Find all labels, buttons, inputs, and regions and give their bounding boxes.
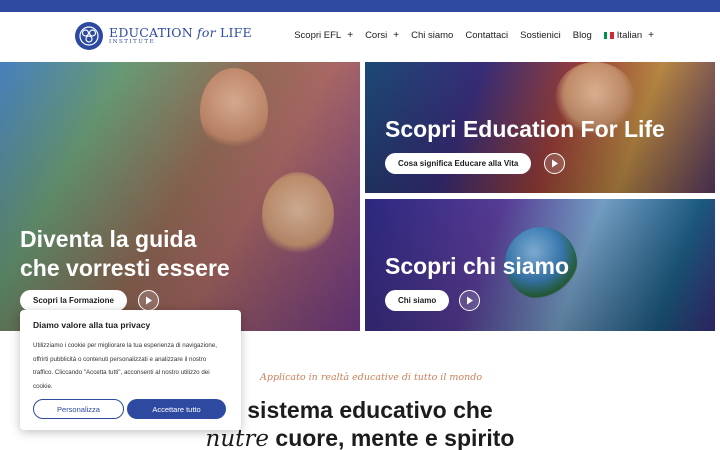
hero-top-right-title: Scopri Education For Life — [385, 116, 665, 142]
play-icon[interactable] — [544, 153, 565, 174]
cookie-consent-banner: Diamo valore alla tua privacy Utilizziam… — [20, 310, 241, 430]
section-tagline: Applicato in realtà educative di tutto i… — [260, 372, 483, 383]
chi-siamo-button[interactable]: Chi siamo — [385, 290, 450, 311]
logo-spiral-icon — [75, 22, 103, 50]
hero-left-title: Diventa la guida che vorresti essere — [20, 226, 230, 281]
cookie-title: Diamo valore alla tua privacy — [33, 320, 151, 330]
nav-item-sostienici[interactable]: Sostienici — [520, 30, 561, 41]
site-header: EDUCATION for LIFE INSTITUTE Scopri EFL +… — [0, 12, 720, 62]
nav-item-corsi[interactable]: Corsi + — [365, 30, 399, 41]
logo-subtitle: INSTITUTE — [109, 39, 156, 45]
language-selector[interactable]: Italian + — [603, 30, 654, 41]
hero-panel-formazione[interactable]: Diventa la guida che vorresti essere Sco… — [0, 62, 360, 331]
hero-panel-chi-siamo[interactable]: Scopri chi siamo Chi siamo — [365, 199, 715, 331]
site-logo[interactable]: EDUCATION for LIFE INSTITUTE — [75, 22, 252, 50]
nav-item-contattaci[interactable]: Contattaci — [465, 30, 508, 41]
nav-item-blog[interactable]: Blog — [573, 30, 592, 41]
plus-icon[interactable]: + — [648, 30, 654, 41]
nav-item-chi-siamo[interactable]: Chi siamo — [411, 30, 453, 41]
cosa-significa-button[interactable]: Cosa significa Educare alla Vita — [385, 153, 532, 174]
plus-icon[interactable]: + — [393, 30, 399, 41]
play-icon[interactable] — [459, 290, 480, 311]
play-icon[interactable] — [138, 290, 159, 311]
italian-flag-icon — [603, 32, 614, 39]
accept-all-cookies-button[interactable]: Accettare tutto — [127, 399, 226, 419]
logo-title: EDUCATION for LIFE — [109, 24, 252, 40]
hero-panel-scopri-efl[interactable]: Scopri Education For Life Cosa significa… — [365, 62, 715, 193]
cookie-description: Utilizziamo i cookie per migliorare la t… — [33, 342, 217, 390]
customize-cookies-button[interactable]: Personalizza — [33, 399, 124, 419]
top-accent-bar — [0, 0, 720, 12]
plus-icon[interactable]: + — [347, 30, 353, 41]
main-navigation: Scopri EFL + Corsi + Chi siamo Contattaci … — [282, 30, 654, 41]
nav-item-scopri-efl[interactable]: Scopri EFL + — [294, 30, 353, 41]
scopri-formazione-button[interactable]: Scopri la Formazione — [20, 290, 127, 311]
hero-bottom-right-title: Scopri chi siamo — [385, 253, 570, 279]
